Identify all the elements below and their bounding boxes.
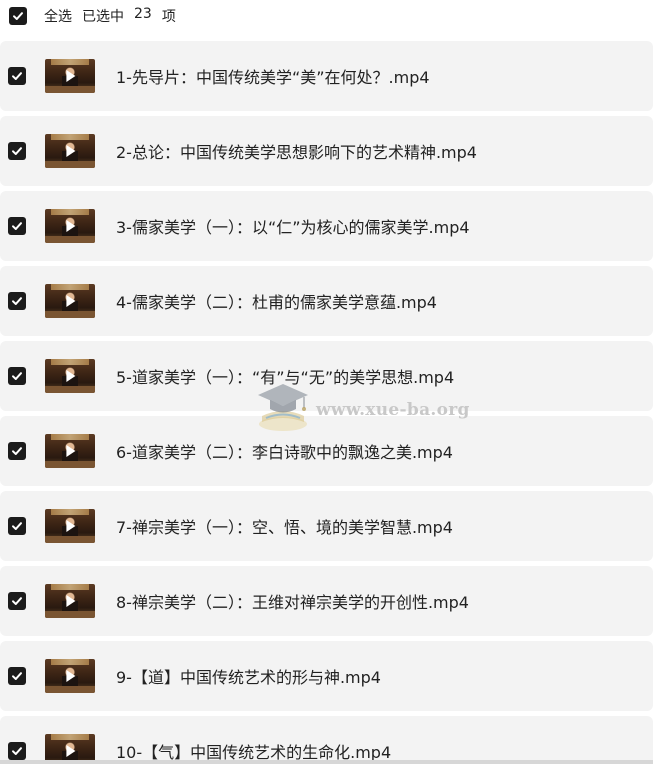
checkmark-icon xyxy=(12,597,22,605)
video-thumbnail[interactable] xyxy=(45,584,95,618)
thumbnail-lamp xyxy=(51,209,89,215)
file-name: 5-道家美学（一）：“有”与“无”的美学思想.mp4 xyxy=(116,368,455,387)
play-icon xyxy=(66,595,76,607)
file-row[interactable]: 1-先导片：中国传统美学“美”在何处？.mp4 xyxy=(0,41,653,111)
checkmark-icon xyxy=(12,747,22,755)
video-thumbnail[interactable] xyxy=(45,359,95,393)
thumbnail-desk xyxy=(45,461,95,468)
selection-header: 全选 已选中 23 项 xyxy=(0,0,653,32)
file-row[interactable]: 7-禅宗美学（一）：空、悟、境的美学智慧.mp4 xyxy=(0,491,653,561)
thumbnail-desk xyxy=(45,686,95,693)
file-checkbox[interactable] xyxy=(8,592,26,610)
checkmark-icon xyxy=(12,147,22,155)
video-thumbnail[interactable] xyxy=(45,209,95,243)
file-name: 8-禅宗美学（二）：王维对禅宗美学的开创性.mp4 xyxy=(116,593,469,612)
file-row[interactable]: 8-禅宗美学（二）：王维对禅宗美学的开创性.mp4 xyxy=(0,566,653,636)
bottom-scroll-edge xyxy=(0,760,653,764)
thumbnail-lamp xyxy=(51,434,89,440)
file-checkbox[interactable] xyxy=(8,367,26,385)
file-row[interactable]: 3-儒家美学（一）：以“仁”为核心的儒家美学.mp4 xyxy=(0,191,653,261)
play-icon xyxy=(66,145,76,157)
thumbnail-desk xyxy=(45,311,95,318)
play-icon xyxy=(66,520,76,532)
file-row[interactable]: 4-儒家美学（二）：杜甫的儒家美学意蕴.mp4 xyxy=(0,266,653,336)
checkmark-icon xyxy=(12,372,22,380)
selected-count: 23 xyxy=(134,6,152,22)
file-checkbox[interactable] xyxy=(8,442,26,460)
file-checkbox[interactable] xyxy=(8,217,26,235)
file-checkbox[interactable] xyxy=(8,292,26,310)
video-thumbnail[interactable] xyxy=(45,434,95,468)
thumbnail-desk xyxy=(45,236,95,243)
file-checkbox[interactable] xyxy=(8,142,26,160)
checkmark-icon xyxy=(12,522,22,530)
thumbnail-desk xyxy=(45,386,95,393)
file-checkbox[interactable] xyxy=(8,517,26,535)
thumbnail-desk xyxy=(45,86,95,93)
file-name: 4-儒家美学（二）：杜甫的儒家美学意蕴.mp4 xyxy=(116,293,437,312)
thumbnail-desk xyxy=(45,536,95,543)
thumbnail-lamp xyxy=(51,359,89,365)
thumbnail-desk xyxy=(45,161,95,168)
file-checkbox[interactable] xyxy=(8,667,26,685)
thumbnail-lamp xyxy=(51,134,89,140)
file-name: 9-【道】中国传统艺术的形与神.mp4 xyxy=(116,668,381,687)
checkmark-icon xyxy=(12,672,22,680)
thumbnail-lamp xyxy=(51,59,89,65)
thumbnail-lamp xyxy=(51,734,89,740)
thumbnail-lamp xyxy=(51,659,89,665)
thumbnail-desk xyxy=(45,611,95,618)
thumbnail-lamp xyxy=(51,509,89,515)
play-icon xyxy=(66,670,76,682)
play-icon xyxy=(66,295,76,307)
checkmark-icon xyxy=(12,297,22,305)
video-thumbnail[interactable] xyxy=(45,284,95,318)
selected-suffix: 项 xyxy=(161,9,176,25)
play-icon xyxy=(66,370,76,382)
select-all-checkbox[interactable] xyxy=(9,7,27,25)
file-checkbox[interactable] xyxy=(8,742,26,760)
file-name: 6-道家美学（二）：李白诗歌中的飘逸之美.mp4 xyxy=(116,443,453,462)
file-row[interactable]: 6-道家美学（二）：李白诗歌中的飘逸之美.mp4 xyxy=(0,416,653,486)
checkmark-icon xyxy=(13,12,23,20)
thumbnail-lamp xyxy=(51,584,89,590)
play-icon xyxy=(66,70,76,82)
file-row[interactable]: 9-【道】中国传统艺术的形与神.mp4 xyxy=(0,641,653,711)
file-name: 2-总论：中国传统美学思想影响下的艺术精神.mp4 xyxy=(116,143,477,162)
checkmark-icon xyxy=(12,447,22,455)
file-row[interactable]: 5-道家美学（一）：“有”与“无”的美学思想.mp4 xyxy=(0,341,653,411)
select-all-label[interactable]: 全选 xyxy=(44,6,72,26)
file-name: 1-先导片：中国传统美学“美”在何处？.mp4 xyxy=(116,68,430,87)
file-selection-page: 全选 已选中 23 项 1-先导片：中国传统美学“美”在何处？.mp4 2-总论：… xyxy=(0,0,653,764)
checkmark-icon xyxy=(12,222,22,230)
video-thumbnail[interactable] xyxy=(45,59,95,93)
selected-prefix: 已选中 xyxy=(82,9,124,25)
video-thumbnail[interactable] xyxy=(45,134,95,168)
video-thumbnail[interactable] xyxy=(45,659,95,693)
file-row[interactable]: 2-总论：中国传统美学思想影响下的艺术精神.mp4 xyxy=(0,116,653,186)
file-checkbox[interactable] xyxy=(8,67,26,85)
play-icon xyxy=(66,445,76,457)
play-icon xyxy=(66,745,76,757)
thumbnail-lamp xyxy=(51,284,89,290)
video-thumbnail[interactable] xyxy=(45,509,95,543)
file-row[interactable]: 10-【气】中国传统艺术的生命化.mp4 xyxy=(0,716,653,764)
file-name: 3-儒家美学（一）：以“仁”为核心的儒家美学.mp4 xyxy=(116,218,470,237)
file-name: 7-禅宗美学（一）：空、悟、境的美学智慧.mp4 xyxy=(116,518,453,537)
play-icon xyxy=(66,220,76,232)
selection-summary: 全选 已选中 23 项 xyxy=(44,6,176,26)
checkmark-icon xyxy=(12,72,22,80)
